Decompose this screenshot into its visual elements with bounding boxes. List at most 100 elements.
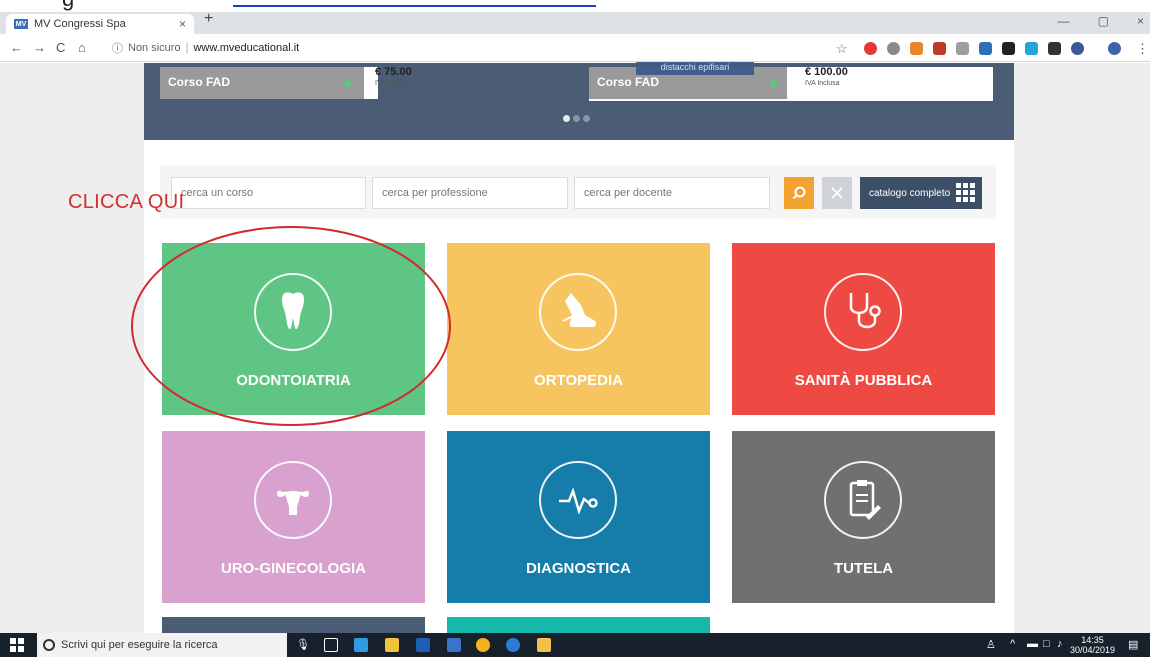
leg-icon	[539, 273, 617, 351]
reload-icon[interactable]: C	[56, 40, 65, 55]
dark-extension-icon[interactable]	[1002, 42, 1015, 55]
edge-icon[interactable]	[506, 638, 520, 652]
clipboard-icon	[824, 461, 902, 539]
full-catalog-button[interactable]: catalogo completo	[860, 177, 982, 209]
taskbar-search-text: Scrivi qui per eseguire la ricerca	[61, 639, 218, 651]
security-status: Non sicuro	[128, 42, 181, 54]
gear-extension-icon[interactable]	[887, 42, 900, 55]
windows-taskbar: Scrivi qui per eseguire la ricerca 🎙 ♙ ^…	[0, 633, 1150, 657]
close-window-button[interactable]: ×	[1137, 14, 1144, 28]
profile-avatar-icon[interactable]	[1108, 42, 1121, 55]
search-button[interactable]	[784, 177, 814, 209]
search-icon	[792, 186, 806, 200]
catalog-label: catalogo completo	[869, 187, 951, 199]
address-separator: |	[185, 42, 189, 54]
microphone-icon[interactable]: 🎙	[296, 638, 310, 652]
menu-kebab-icon[interactable]: ⋮	[1136, 41, 1149, 57]
network-icon[interactable]: □	[1043, 638, 1050, 650]
browser-toolbar: ← → C ⌂ ⓘ Non sicuro | www.mveducational…	[0, 34, 1150, 62]
camera-extension-icon[interactable]	[956, 42, 969, 55]
grid-extension-icon[interactable]	[1048, 42, 1061, 55]
category-tile-diagnostica[interactable]: DIAGNOSTICA	[447, 431, 710, 603]
cyan-extension-icon[interactable]	[1025, 42, 1038, 55]
tab-close-icon[interactable]: ×	[179, 17, 186, 31]
maximize-button[interactable]: ▢	[1098, 14, 1109, 28]
category-label: ORTOPEDIA	[534, 372, 623, 389]
notifications-icon[interactable]: ▤	[1128, 638, 1138, 651]
carousel-dots	[563, 115, 590, 122]
minimize-button[interactable]: —	[1058, 14, 1070, 28]
tab-title: MV Congressi Spa	[34, 18, 126, 30]
chrome-icon[interactable]	[476, 638, 490, 652]
cortana-icon	[43, 639, 55, 651]
teacher-search-input[interactable]: cerca per docente	[574, 177, 770, 209]
clock-time: 14:35	[1081, 635, 1104, 645]
category-label: DIAGNOSTICA	[526, 560, 631, 577]
new-extension-icon[interactable]	[979, 42, 992, 55]
new-tab-button[interactable]: +	[204, 10, 213, 28]
carousel-dot-active[interactable]	[563, 115, 570, 122]
category-tile-sanita-pubblica[interactable]: SANITÀ PUBBLICA	[732, 243, 995, 415]
back-icon[interactable]: ←	[10, 40, 23, 55]
site-favicon: MV	[14, 19, 28, 29]
carousel-dot[interactable]	[573, 115, 580, 122]
opera-extension-icon[interactable]	[864, 42, 877, 55]
battery-icon[interactable]: ▬	[1027, 638, 1038, 650]
people-extension-icon[interactable]	[1071, 42, 1084, 55]
course-search-input[interactable]: cerca un corso	[171, 177, 366, 209]
click-here-annotation: CLICCA QUI	[68, 191, 185, 213]
category-label: TUTELA	[833, 560, 894, 577]
tax-note: IVA Inclusa	[375, 80, 410, 87]
bookmark-star-icon[interactable]: ☆	[836, 41, 848, 57]
volume-icon[interactable]: ♪	[1057, 638, 1063, 650]
windows-start-icon[interactable]	[10, 638, 24, 652]
address-bar[interactable]: ⓘ Non sicuro | www.mveducational.it	[112, 38, 832, 58]
annotation-circle	[131, 226, 451, 426]
browser-tab-bar: MV MV Congressi Spa × + — ▢ ×	[0, 10, 1150, 34]
course-price: € 100.00	[805, 66, 848, 78]
clear-search-button[interactable]	[822, 177, 852, 209]
profession-search-input[interactable]: cerca per professione	[372, 177, 568, 209]
course-price: € 75.00	[375, 66, 412, 78]
course-card-label: Corso FAD	[160, 67, 364, 99]
taskbar-clock[interactable]: 14:35 30/04/2019	[1070, 635, 1115, 655]
folder-icon[interactable]	[537, 638, 551, 652]
uterus-icon	[254, 461, 332, 539]
document-strip: g	[0, 0, 1150, 12]
heartbeat-icon	[539, 461, 617, 539]
browser-tab[interactable]: MV MV Congressi Spa ×	[6, 14, 194, 34]
download-extension-icon[interactable]	[910, 42, 923, 55]
outlook-icon[interactable]	[416, 638, 430, 652]
category-label: SANITÀ PUBBLICA	[794, 372, 933, 389]
forward-icon[interactable]: →	[33, 40, 46, 55]
grid-icon	[956, 183, 975, 202]
app-icon[interactable]	[354, 638, 368, 652]
screenshot-root: g MV MV Congressi Spa × + — ▢ × ← → C ⌂ …	[0, 0, 1150, 657]
category-tile-uro-ginecologia[interactable]: URO-GINECOLOGIA	[162, 431, 425, 603]
status-dot	[770, 80, 777, 87]
url-text: www.mveducational.it	[193, 42, 300, 54]
status-dot	[344, 80, 351, 87]
word-icon[interactable]	[447, 638, 461, 652]
category-tile-ortopedia[interactable]: ORTOPEDIA	[447, 243, 710, 415]
tax-note: IVA Inclusa	[805, 80, 840, 87]
info-icon[interactable]: ⓘ	[112, 40, 123, 56]
people-tray-icon[interactable]: ♙	[986, 638, 996, 651]
red-extension-icon[interactable]	[933, 42, 946, 55]
file-explorer-icon[interactable]	[385, 638, 399, 652]
category-tile-partial[interactable]	[447, 617, 710, 633]
home-icon[interactable]: ⌂	[78, 40, 86, 55]
course-card-1[interactable]: Corso FAD	[160, 67, 378, 99]
category-tile-partial[interactable]	[162, 617, 425, 633]
taskbar-search-box[interactable]: Scrivi qui per eseguire la ricerca	[37, 633, 287, 657]
carousel-dot[interactable]	[583, 115, 590, 122]
window-controls: — ▢ ×	[1058, 14, 1144, 28]
slide-caption-overlay: distacchi epifisari	[636, 62, 754, 75]
document-link-underline	[233, 5, 596, 7]
category-tile-tutela[interactable]: TUTELA	[732, 431, 995, 603]
clock-date: 30/04/2019	[1070, 645, 1116, 655]
close-icon	[831, 187, 843, 199]
chevron-up-icon[interactable]: ^	[1010, 638, 1015, 650]
document-text-fragment: g	[62, 0, 74, 12]
task-view-icon[interactable]	[324, 638, 338, 652]
